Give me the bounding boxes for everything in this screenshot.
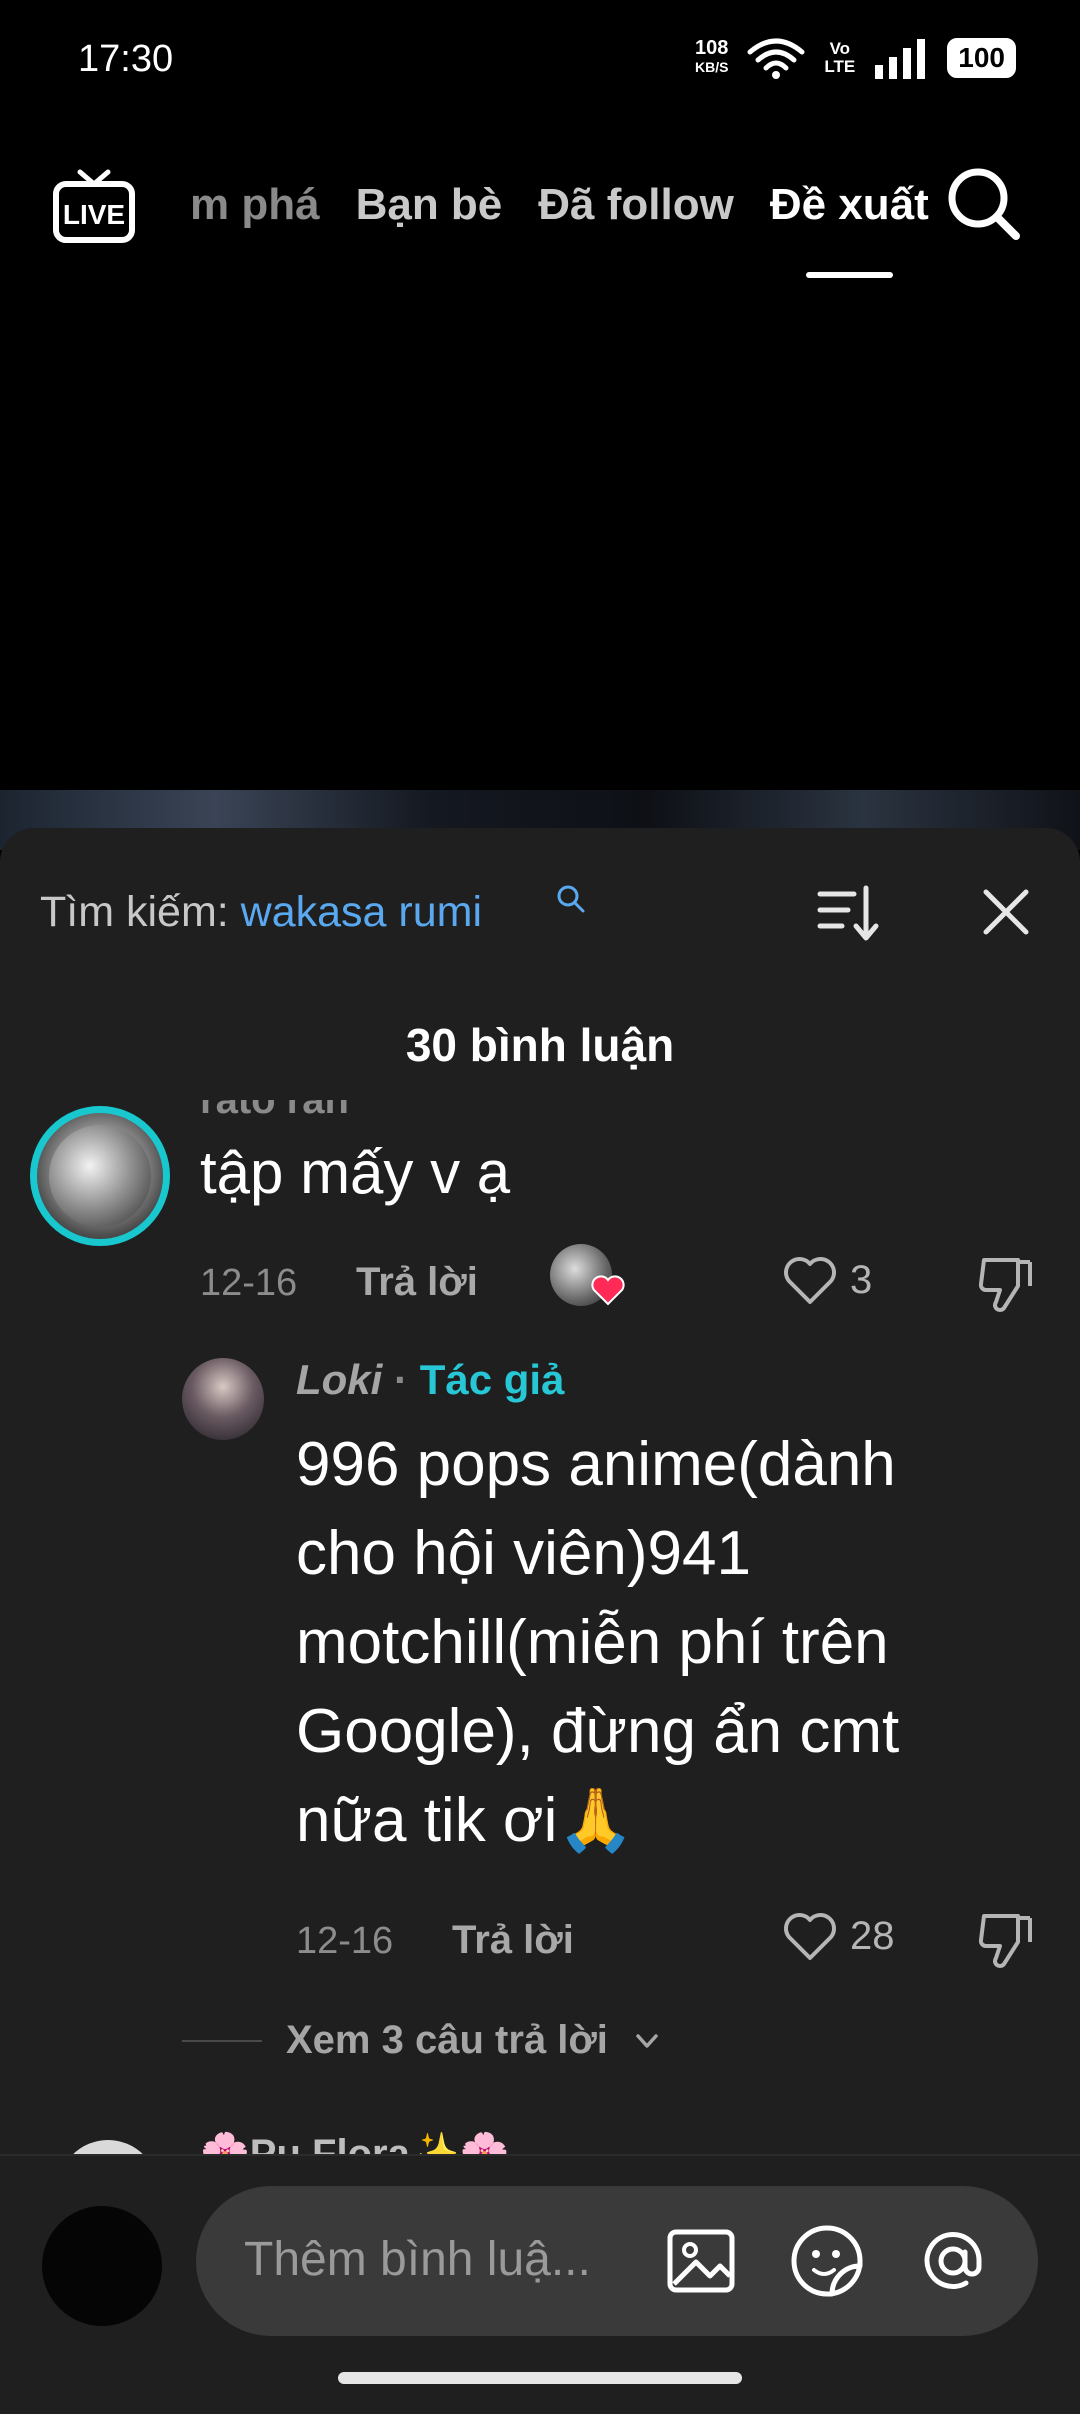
view-replies-button[interactable]: Xem 3 câu trả lời <box>182 2018 662 2063</box>
heart-outline-icon <box>784 1257 836 1304</box>
battery-indicator: 100 <box>947 38 1016 78</box>
chevron-down-icon <box>636 2033 658 2048</box>
close-icon[interactable] <box>974 880 1038 944</box>
comment-input-placeholder[interactable]: Thêm bình luậ... <box>244 2232 591 2287</box>
volte-bottom: LTE <box>824 57 856 76</box>
like-count: 3 <box>850 1257 873 1302</box>
comment-list: rato ran tập mấy v ạ 12-16 Trả lời 3 Lok… <box>0 1100 1080 1980</box>
heart-icon <box>591 1275 625 1306</box>
comment-input-bar: Thêm bình luậ... <box>0 2154 1080 2414</box>
comment-text[interactable]: 996 pops anime(dành cho hội viên)941 mot… <box>296 1420 996 1865</box>
sort-icon[interactable] <box>814 880 884 950</box>
search-suggestion[interactable]: Tìm kiếm: wakasa rumi <box>40 888 482 937</box>
feed-tabs: m phá Bạn bè Đã follow Đề xuất <box>190 180 929 278</box>
search-icon[interactable] <box>944 164 1024 244</box>
signal-icon <box>875 39 926 79</box>
net-speed-unit: KB/S <box>694 59 729 75</box>
like-button[interactable]: 3 <box>780 1250 872 1310</box>
dislike-icon[interactable] <box>974 1250 1038 1314</box>
avatar[interactable] <box>182 1358 264 1440</box>
sheet-header: Tìm kiếm: wakasa rumi <box>0 828 1080 948</box>
heart-outline-icon <box>784 1913 836 1960</box>
home-indicator[interactable] <box>338 2372 742 2384</box>
like-button[interactable]: 28 <box>780 1906 895 1966</box>
wifi-icon <box>747 38 805 79</box>
tab-friends[interactable]: Bạn bè <box>356 180 503 230</box>
search-prefix: Tìm kiếm: <box>40 888 229 936</box>
tab-for-you[interactable]: Đề xuất <box>770 180 929 278</box>
author-separator: · <box>394 1356 409 1403</box>
net-speed-value: 108 <box>695 37 729 59</box>
avatar[interactable] <box>30 1106 170 1246</box>
search-term[interactable]: wakasa rumi <box>241 888 482 936</box>
volte-indicator: Vo LTE <box>824 40 855 76</box>
author-name[interactable]: Loki <box>296 1356 382 1403</box>
like-count: 28 <box>850 1913 895 1958</box>
top-navigation: LIVE m phá Bạn bè Đã follow Đề xuất <box>0 150 1080 280</box>
live-icon[interactable]: LIVE <box>52 166 136 250</box>
mention-icon[interactable] <box>914 2222 992 2300</box>
reply-button[interactable]: Trả lời <box>356 1260 478 1305</box>
tab-explore[interactable]: m phá <box>190 180 320 230</box>
comment-input[interactable]: Thêm bình luậ... <box>196 2186 1038 2336</box>
emoji-sticker-icon[interactable] <box>788 2222 866 2300</box>
comment-date: 12-16 <box>200 1262 298 1304</box>
comment-author[interactable]: rato ran <box>200 1100 349 1123</box>
status-icons: 108 KB/S Vo LTE 100 <box>695 36 1016 80</box>
comment-author[interactable]: Loki · Tác giả <box>296 1356 564 1404</box>
comment-date: 12-16 <box>296 1920 394 1962</box>
net-speed: 108 KB/S <box>694 37 729 77</box>
author-badge: Tác giả <box>419 1356 565 1403</box>
status-bar: 17:30 108 KB/S Vo LTE 100 <box>0 0 1080 120</box>
image-icon[interactable] <box>662 2222 740 2300</box>
dislike-icon[interactable] <box>974 1906 1038 1970</box>
comment-text[interactable]: tập mấy v ạ <box>200 1138 510 1207</box>
my-avatar[interactable] <box>42 2206 162 2326</box>
comment-count: 30 bình luận <box>405 1019 675 1071</box>
reply-button[interactable]: Trả lời <box>452 1918 574 1963</box>
status-time: 17:30 <box>78 38 174 80</box>
live-label: LIVE <box>63 199 125 230</box>
tab-following[interactable]: Đã follow <box>538 180 734 230</box>
view-replies-label: Xem 3 câu trả lời <box>286 2018 608 2062</box>
divider <box>182 2039 262 2042</box>
search-icon <box>557 885 585 913</box>
volte-top: Vo <box>829 39 851 58</box>
